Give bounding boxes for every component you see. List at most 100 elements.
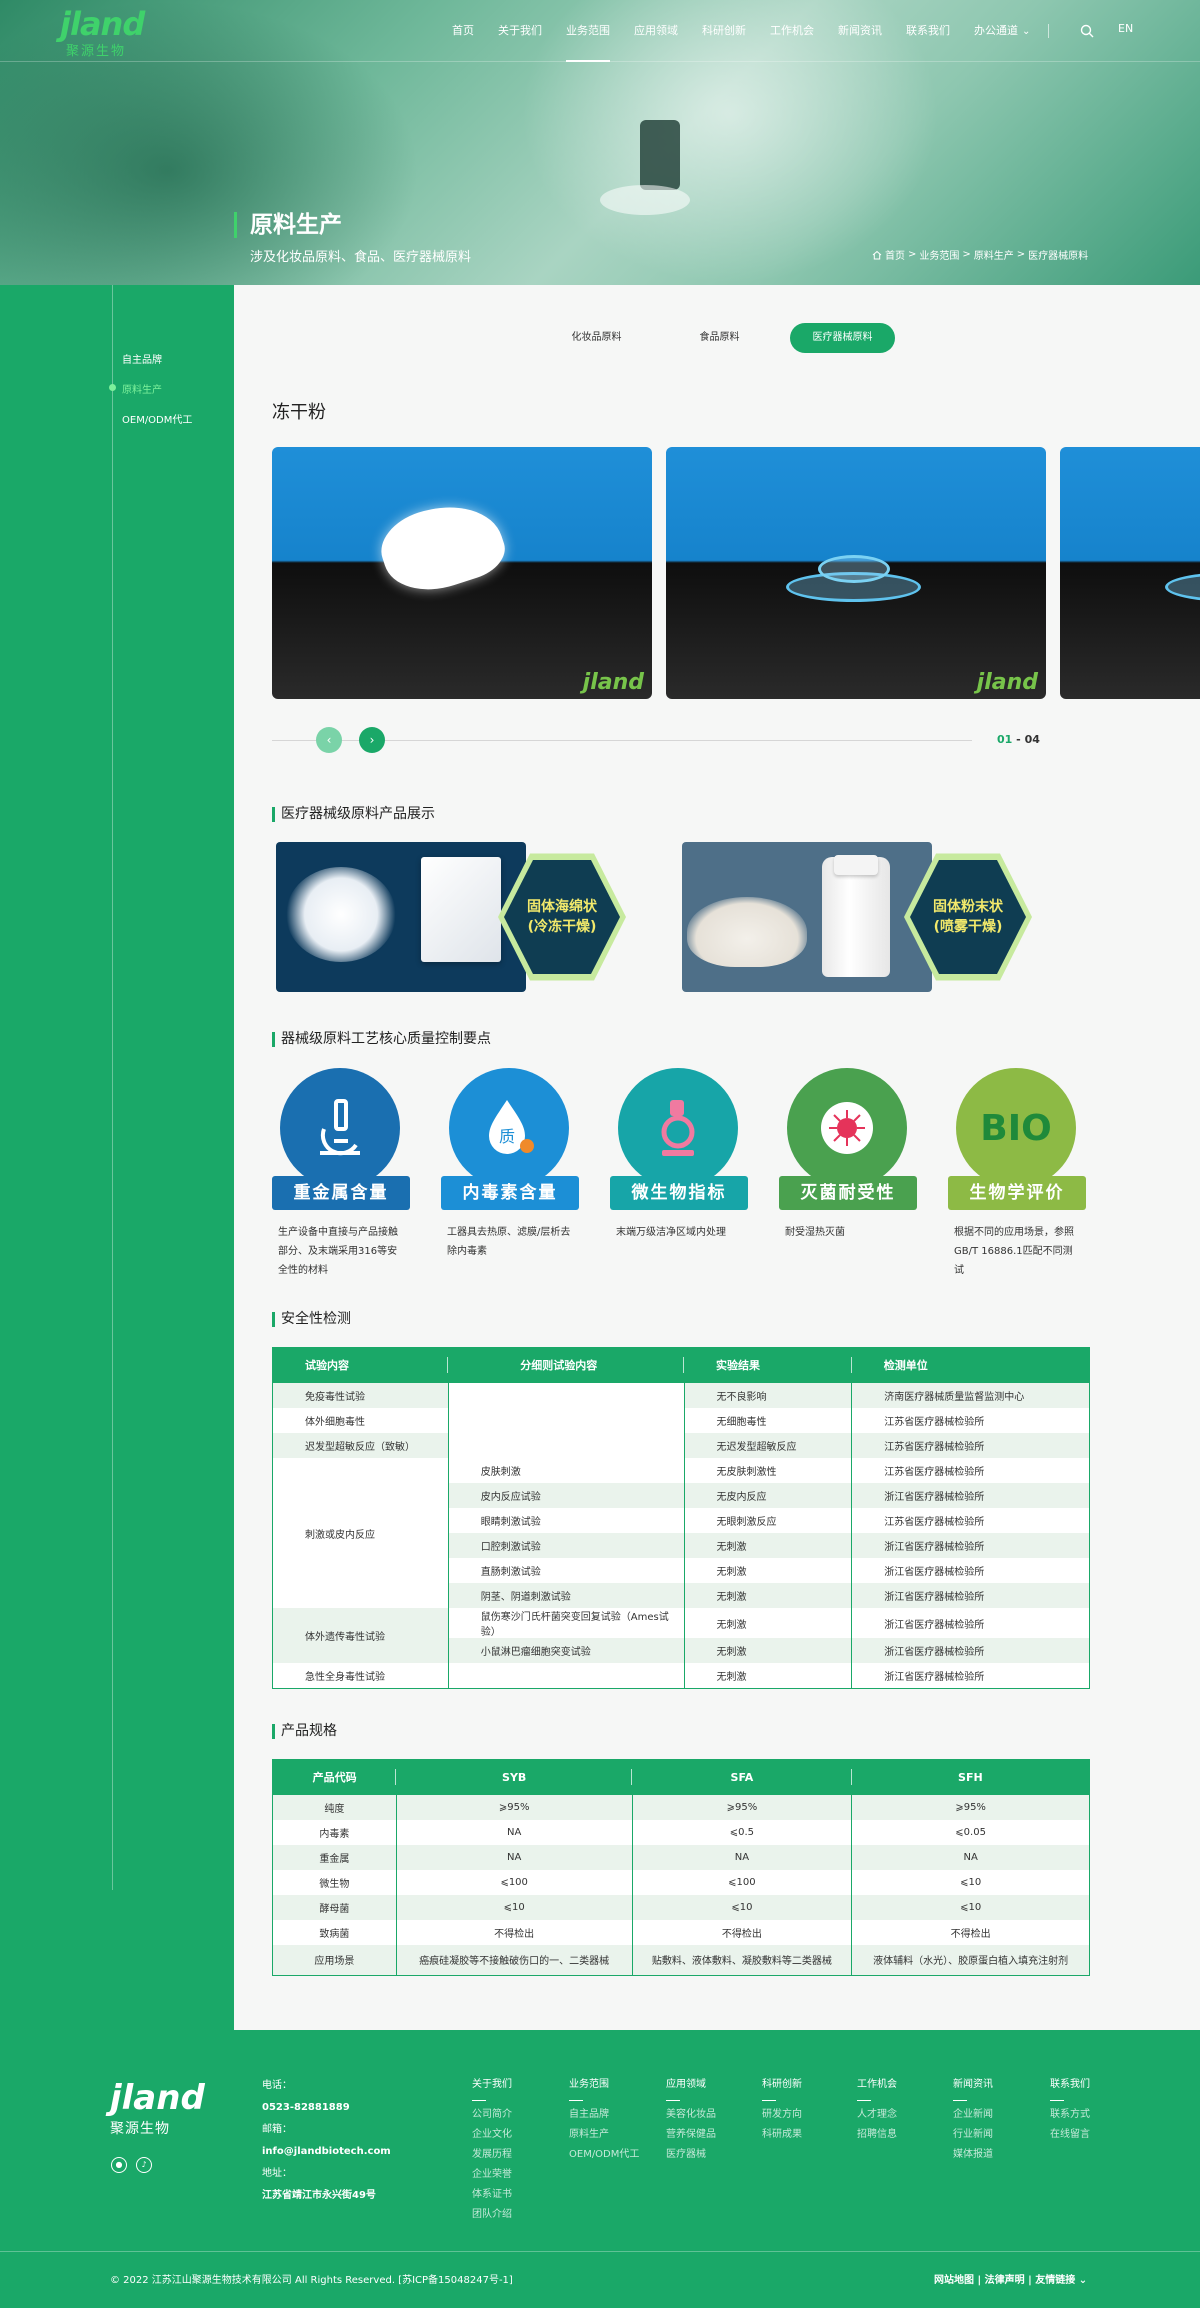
nav-office[interactable]: 办公通道 ⌄: [962, 0, 1042, 62]
sponge-shape: [372, 490, 512, 604]
footer-link[interactable]: 原料生产: [569, 2125, 639, 2145]
quality-circle: 质: [449, 1068, 569, 1188]
nav-contact[interactable]: 联系我们: [894, 0, 962, 62]
footer-link[interactable]: 招聘信息: [857, 2125, 897, 2145]
breadcrumb-home[interactable]: 首页: [885, 247, 905, 262]
spec-cell: 重金属: [272, 1845, 397, 1870]
footer-link[interactable]: OEM/ODM代工: [569, 2145, 639, 2165]
tiktok-icon[interactable]: ♪: [136, 2157, 152, 2173]
footer-link[interactable]: 行业新闻: [953, 2125, 993, 2145]
search-icon[interactable]: [1080, 24, 1094, 38]
nav-label: 工作机会: [770, 24, 814, 37]
nav-business[interactable]: 业务范围: [554, 0, 622, 62]
footer-link[interactable]: 企业新闻: [953, 2105, 993, 2125]
spec-title: 产品规格: [272, 1724, 337, 1739]
page-title: 原料生产: [234, 212, 342, 238]
nav-label: 科研创新: [702, 24, 746, 37]
footer-contact: 电话： 0523-82881889 邮箱： info@jlandbiotech.…: [262, 2075, 391, 2207]
footer-link[interactable]: 美容化妆品: [666, 2105, 716, 2125]
quality-label: 生物学评价: [948, 1176, 1086, 1210]
quality-circle: [618, 1068, 738, 1188]
next-button[interactable]: ›: [359, 727, 385, 753]
nav-jobs[interactable]: 工作机会: [758, 0, 826, 62]
footer-link[interactable]: 在线留言: [1050, 2125, 1090, 2145]
footer-col-title[interactable]: 联系我们: [1050, 2075, 1090, 2101]
gallery-slide[interactable]: jland: [272, 447, 652, 699]
spec-cell: ⩽100: [396, 1870, 633, 1895]
breadcrumb-business[interactable]: 业务范围: [919, 247, 959, 262]
hero-microscope-shape: [640, 120, 680, 190]
spec-header: SFH: [851, 1759, 1090, 1795]
wechat-icon[interactable]: ●: [111, 2157, 127, 2173]
tab-food[interactable]: 食品原料: [667, 323, 772, 353]
tab-medical[interactable]: 医疗器械原料: [790, 323, 895, 353]
footer-link[interactable]: 企业荣誉: [472, 2165, 512, 2185]
footer-link[interactable]: 公司简介: [472, 2105, 512, 2125]
chevron-down-icon: ⌄: [1022, 26, 1031, 37]
footer-col-business: 业务范围 自主品牌 原料生产 OEM/ODM代工: [569, 2075, 639, 2165]
footer-col-title[interactable]: 关于我们: [472, 2075, 512, 2101]
footer-link[interactable]: 联系方式: [1050, 2105, 1090, 2125]
footer-link[interactable]: 体系证书: [472, 2185, 512, 2205]
sidebar-item-oem[interactable]: OEM/ODM代工: [122, 411, 192, 426]
footer-col-title[interactable]: 工作机会: [857, 2075, 897, 2101]
home-icon: [872, 250, 882, 259]
breadcrumb-sep: >: [962, 249, 971, 260]
footer-link[interactable]: 自主品牌: [569, 2105, 639, 2125]
site-logo[interactable]: jland 聚源生物: [60, 5, 145, 59]
footer-link[interactable]: 媒体报道: [953, 2145, 993, 2165]
sidebar-item-brand[interactable]: 自主品牌: [122, 351, 162, 366]
nav-home[interactable]: 首页: [440, 0, 486, 62]
tab-cosmetic[interactable]: 化妆品原料: [544, 323, 649, 353]
language-switch[interactable]: EN: [1118, 22, 1133, 35]
footer-link[interactable]: 企业文化: [472, 2125, 512, 2145]
footer-link[interactable]: 发展历程: [472, 2145, 512, 2165]
top-navbar: jland 聚源生物 首页 关于我们 业务范围 应用领域 科研创新 工作机会 新…: [0, 0, 1200, 62]
address-label: 地址：: [262, 2168, 292, 2179]
breadcrumb-raw[interactable]: 原料生产: [974, 247, 1014, 262]
footer-col-title[interactable]: 应用领域: [666, 2075, 716, 2101]
quality-circle: BIO: [956, 1068, 1076, 1188]
gallery-slide[interactable]: jland: [666, 447, 1046, 699]
prev-button[interactable]: ‹: [316, 727, 342, 753]
logo-word: jland: [60, 5, 145, 43]
quality-drop-icon: 质: [489, 1100, 534, 1154]
gallery-title: 冻干粉: [272, 402, 326, 423]
footer-logo-cn: 聚源生物: [110, 2121, 170, 2137]
footer-col-title[interactable]: 新闻资讯: [953, 2075, 993, 2101]
spec-cell: ⩾95%: [851, 1795, 1090, 1820]
footer-link[interactable]: 科研成果: [762, 2125, 802, 2145]
footer-link[interactable]: 研发方向: [762, 2105, 802, 2125]
page-subtitle: 涉及化妆品原料、食品、医疗器械原料: [250, 250, 472, 265]
quality-desc: 耐受湿热灭菌: [785, 1227, 845, 1238]
footer-col-title[interactable]: 科研创新: [762, 2075, 802, 2101]
safety-cell: 免疫毒性试验: [272, 1383, 449, 1408]
safety-cell: 无细胞毒性: [684, 1408, 853, 1433]
nav-news[interactable]: 新闻资讯: [826, 0, 894, 62]
footer: [0, 2030, 1200, 2308]
footer-link[interactable]: 医疗器械: [666, 2145, 716, 2165]
email-value[interactable]: info@jlandbiotech.com: [262, 2141, 391, 2163]
footer-col-title[interactable]: 业务范围: [569, 2075, 639, 2101]
footer-logo[interactable]: jland 聚源生物: [110, 2078, 205, 2138]
nav-label: 业务范围: [566, 24, 610, 37]
footer-link[interactable]: 团队介绍: [472, 2205, 512, 2225]
sidebar-item-raw[interactable]: 原料生产: [122, 381, 162, 396]
footer-legal-links[interactable]: 网站地图 | 法律声明 | 友情链接 ⌄: [934, 2271, 1087, 2286]
footer-link[interactable]: 营养保健品: [666, 2125, 716, 2145]
safety-cell: 无皮肤刺激性: [684, 1458, 853, 1483]
safety-cell: 浙江省医疗器械检验所: [851, 1483, 1090, 1508]
quality-desc: 根据不同的应用场景，参照GB/T 16886.1匹配不同测试: [954, 1227, 1074, 1276]
nav-application[interactable]: 应用领域: [622, 0, 690, 62]
spec-cell: 致病菌: [272, 1920, 397, 1945]
powder-image: [687, 897, 807, 967]
footer-link[interactable]: 人才理念: [857, 2105, 897, 2125]
spec-cell: ⩽0.05: [851, 1820, 1090, 1845]
safety-cell: 急性全身毒性试验: [272, 1663, 449, 1688]
gallery-slide[interactable]: [1060, 447, 1200, 699]
spec-cell: ⩽10: [632, 1895, 853, 1920]
nav-research[interactable]: 科研创新: [690, 0, 758, 62]
spec-cell: ⩽10: [396, 1895, 633, 1920]
nav-about[interactable]: 关于我们: [486, 0, 554, 62]
safety-cell-group: 刺激或皮内反应: [272, 1458, 449, 1608]
